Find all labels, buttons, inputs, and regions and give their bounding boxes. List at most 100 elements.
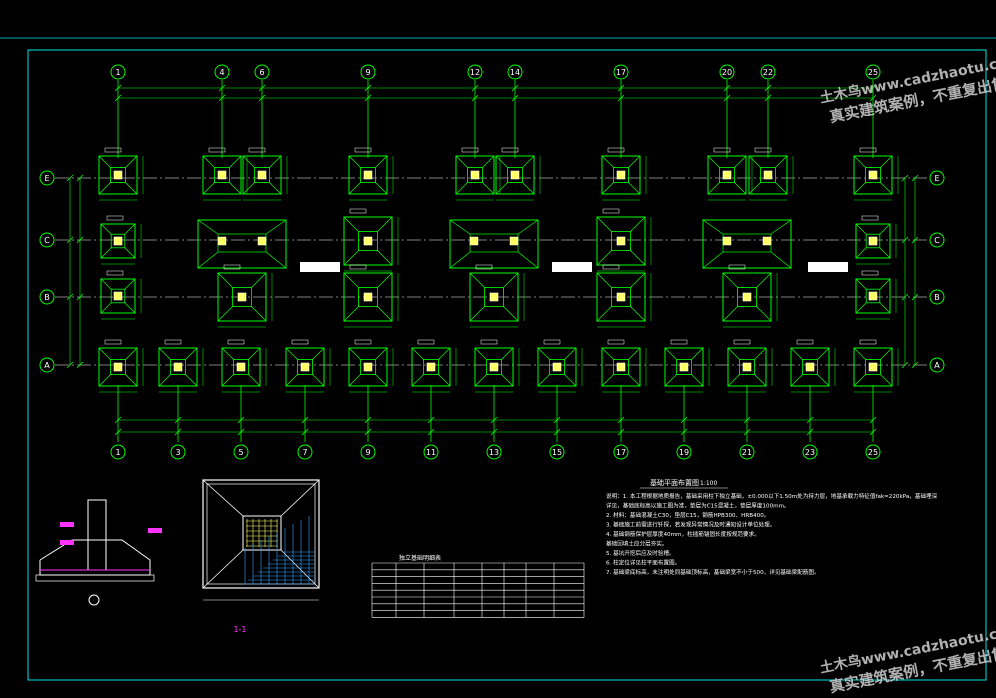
footing-slope-27-3 [251,306,267,322]
combined-col-b-4 [762,236,772,246]
footing-slope-33-1 [756,272,772,288]
note-line-4: 4. 基础钢筋保护层厚度40mm，柱插筋锚固长度按规范要求。 [606,530,760,538]
footing-slope-8-1 [775,155,788,168]
footing-slope-32-1 [630,272,646,288]
footing-slope-2-3 [269,182,282,195]
footing-tag-12 [227,339,245,345]
plan-title-text: 基础平面布置图 [650,478,699,487]
footing-tag-19 [670,339,688,345]
footing-tag-9 [859,147,877,153]
footing-slope-26-2 [855,302,867,314]
section-tag-2 [148,528,162,533]
column-1 [217,170,227,180]
axis-bubble-bottom-10-label: 21 [742,448,752,457]
axis-bubble-bottom-8-label: 17 [616,448,626,457]
footing-slope-9-1 [880,155,893,168]
footing-slope-9-0 [853,155,866,168]
column-23 [113,236,123,246]
section-mark [88,594,100,606]
footing-slope-7-1 [734,155,747,168]
combined-slope-c-2 [449,251,471,269]
footing-slope-8-3 [775,182,788,195]
footing-slope-21-3 [817,374,830,387]
axis-bubble-bottom-0-label: 1 [115,448,120,457]
combined-slope-a-2 [449,219,471,235]
combined-footing-4 [702,219,792,269]
footing-tag-26 [861,270,879,276]
footing-slope-18-3 [628,374,641,387]
footing-slope-20-3 [754,374,767,387]
footing-slope-14-2 [348,374,361,387]
footing-details: 1-1 [35,479,320,634]
footing-tag-13 [291,339,309,345]
column-18 [616,362,626,372]
column-31 [616,236,626,246]
footing-slope-33-0 [722,272,738,288]
footing-slope-27-2 [217,306,233,322]
design-notes: 基础平面布置图 1:100 说明：1. 本工程根据地质报告，基础采用柱下独立基础，±… [606,478,938,576]
footings-layer [98,147,899,393]
footing-slope-28-1 [377,216,393,232]
column-26 [868,291,878,301]
combined-slope-d-2 [517,251,539,269]
combined-col-a-4 [722,236,732,246]
footing-slope-31-2 [596,250,612,266]
footing-slope-5-3 [522,182,535,195]
plan-detail-slope-a [202,479,244,517]
footing-slope-2-0 [242,155,255,168]
footing-tag-2 [248,147,266,153]
footing-slope-21-2 [790,374,803,387]
footing-slope-5-2 [495,182,508,195]
footing-slope-29-1 [377,272,393,288]
note-line-8: 7. 基础梁底标高，未注明处同基础顶标高，基础梁宽不小于500，详见基础梁配筋图… [606,568,820,576]
footing-slope-8-2 [748,182,761,195]
footing-slope-30-3 [503,306,519,322]
note-line-5: 基础回填土应分层夯实。 [606,540,668,548]
axis-bubble-top-0-label: 1 [115,68,120,77]
column-10 [113,362,123,372]
column-20 [742,362,752,372]
axis-bubble-top-7-label: 20 [722,68,732,77]
footing-slope-9-3 [880,182,893,195]
footing-slope-22-3 [880,374,893,387]
combined-col-a-2 [469,236,479,246]
footing-slope-15-1 [438,347,451,360]
axis-bubble-bottom-1-label: 3 [175,448,180,457]
column-19 [679,362,689,372]
footing-slope-11-1 [185,347,198,360]
combined-col-b-0 [257,236,267,246]
label-bar-1 [552,262,592,272]
footing-slope-11-3 [185,374,198,387]
footing-slope-3-2 [348,182,361,195]
column-17 [552,362,562,372]
axis-bubble-left-0-label: E [44,174,49,183]
footing-tag-7 [713,147,731,153]
footing-slope-22-1 [880,347,893,360]
column-30 [489,292,499,302]
footing-slope-19-2 [664,374,677,387]
note-line-0: 说明：1. 本工程根据地质报告，基础采用柱下独立基础，±0.000以下1.50m… [606,492,938,500]
footing-slope-0-3 [125,182,138,195]
footing-slope-2-2 [242,182,255,195]
footing-tag-24 [106,270,124,276]
footing-slope-17-0 [537,347,550,360]
column-3 [363,170,373,180]
footing-tag-14 [354,339,372,345]
note-line-6: 5. 基坑开挖后应及时验槽。 [606,549,675,557]
combined-slope-b-2 [517,219,539,235]
footing-slope-5-0 [495,155,508,168]
column-14 [363,362,373,372]
footing-slope-28-3 [377,250,393,266]
footing-tag-8 [754,147,772,153]
footing-slope-21-0 [790,347,803,360]
footing-slope-18-1 [628,347,641,360]
footing-slope-19-3 [691,374,704,387]
footing-slope-12-3 [248,374,261,387]
label-bar-2 [808,262,848,272]
footing-slope-30-1 [503,272,519,288]
footing-slope-29-0 [343,272,359,288]
axis-bubble-bottom-7-label: 15 [552,448,562,457]
column-15 [426,362,436,372]
section-tag-1 [60,540,74,545]
column-5 [510,170,520,180]
